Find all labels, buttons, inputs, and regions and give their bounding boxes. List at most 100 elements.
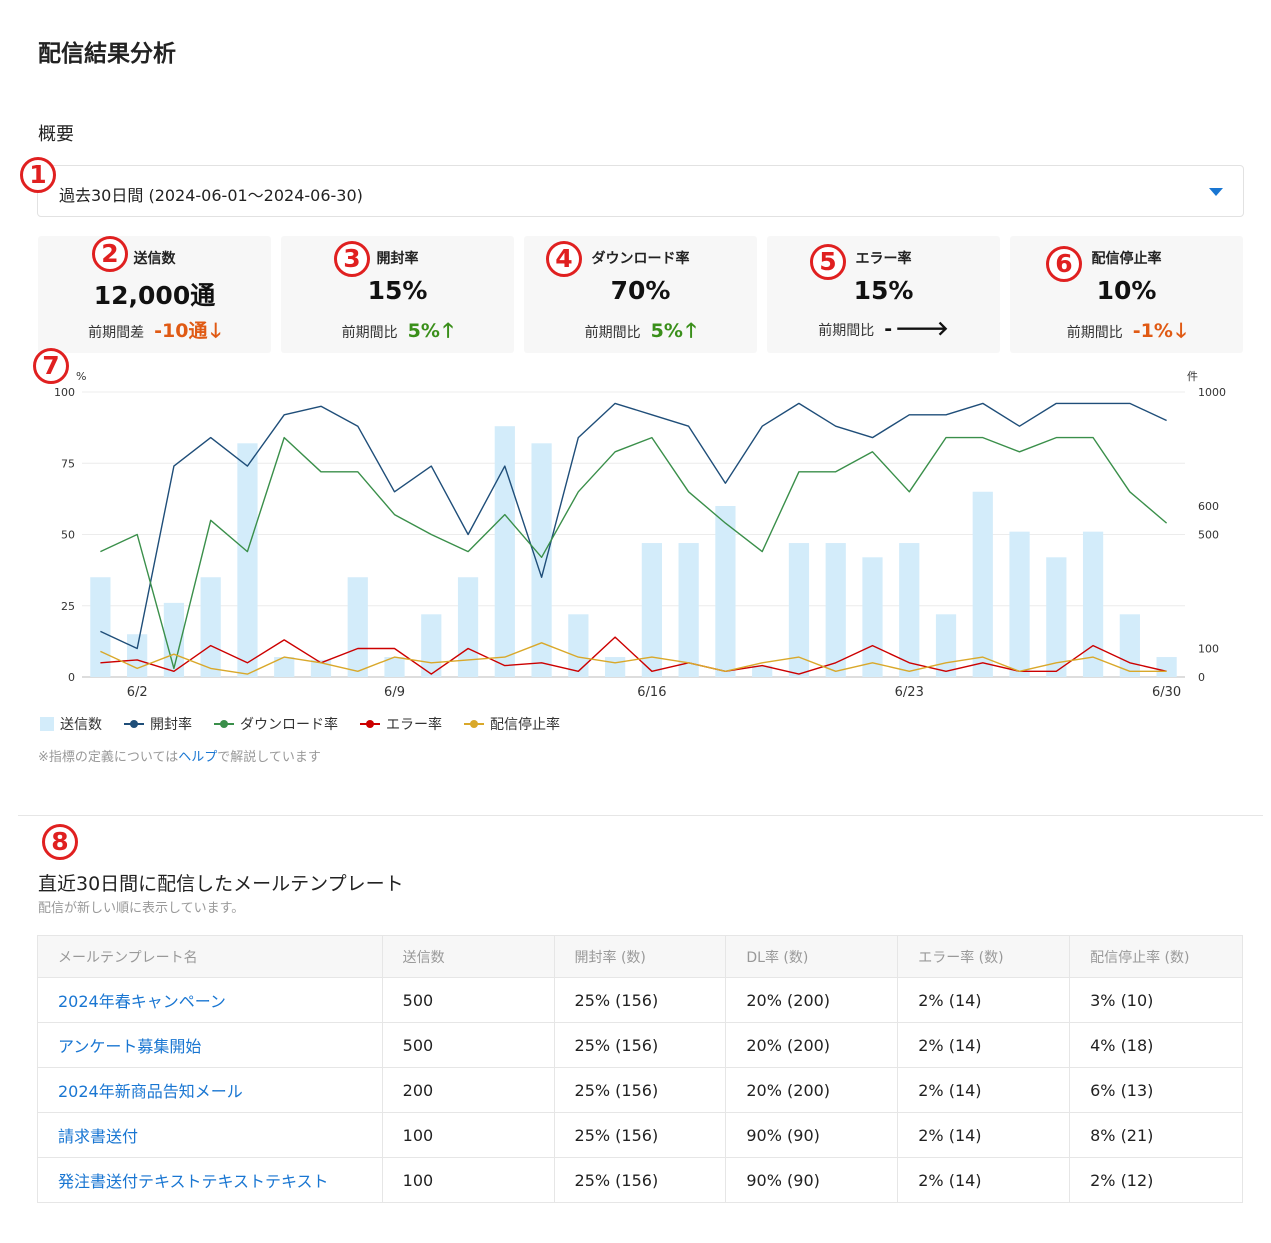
bar-sent <box>1082 531 1104 677</box>
table-cell: 2% (14) <box>897 1067 1071 1113</box>
template-name-link[interactable]: 2024年新商品告知メール <box>37 1067 383 1113</box>
table-cell: 2% (14) <box>897 1022 1071 1068</box>
table-cell: 90% (90) <box>725 1157 899 1203</box>
table-cell: 2% (14) <box>897 1157 1071 1203</box>
bar-sent <box>531 443 552 677</box>
table-row: アンケート募集開始 500 25% (156) 20% (200) 2% (14… <box>37 1022 1243 1068</box>
kpi-delta: -10通 <box>154 320 208 342</box>
bar-sent <box>1009 531 1030 677</box>
legend-item-unsubscribe-rate[interactable]: 配信停止率 <box>464 714 560 734</box>
table-cell: 20% (200) <box>725 1067 899 1113</box>
column-header-open-rate: 開封率 (数) <box>553 935 727 978</box>
bar-sent <box>494 426 515 677</box>
kpi-delta: -1% <box>1132 320 1173 342</box>
delivery-chart: 0 25 50 75 100 0 100 500 600 1000% 件 6/2 6/9 6/16 6/23… <box>30 360 1250 700</box>
period-select[interactable]: 過去30日間 (2024-06-01〜2024-06-30) <box>37 165 1244 217</box>
legend-item-download-rate[interactable]: ダウンロード率 <box>214 714 338 734</box>
template-name-link[interactable]: 発注書送付テキストテキストテキスト <box>37 1157 383 1203</box>
arrow-up-icon: 🡑 <box>442 318 454 342</box>
y-right-tick-label: 0 <box>1198 671 1205 684</box>
y-right-axis-unit: 件 <box>1187 370 1198 383</box>
legend-label: 送信数 <box>60 717 102 733</box>
x-tick-label: 6/30 <box>1152 685 1181 700</box>
y-left-tick-label: 75 <box>61 457 75 470</box>
kpi-title: 送信数 <box>133 251 176 267</box>
legend-item-open-rate[interactable]: 開封率 <box>124 714 192 734</box>
table-header-row: メールテンプレート名 送信数 開封率 (数) DL率 (数) エラー率 (数) … <box>37 935 1243 978</box>
line-unsubscribe-rate <box>100 642 1167 675</box>
template-name-link[interactable]: 2024年春キャンペーン <box>37 977 383 1023</box>
annotation-marker-1: 1 <box>20 157 56 193</box>
table-cell: 2% (14) <box>897 1112 1071 1158</box>
bar-sent <box>862 557 883 677</box>
table-row: 2024年春キャンペーン 500 25% (156) 20% (200) 2% … <box>37 977 1243 1023</box>
arrow-down-icon: 🡓 <box>1175 318 1187 342</box>
table-cell: 25% (156) <box>553 1022 727 1068</box>
table-row: 請求書送付 100 25% (156) 90% (90) 2% (14) 8% … <box>37 1112 1243 1158</box>
annotation-marker-8: 8 <box>42 824 78 860</box>
bar-sent <box>1156 657 1177 677</box>
y-left-tick-label: 0 <box>68 671 75 684</box>
legend-item-error-rate[interactable]: エラー率 <box>360 714 442 734</box>
bar-sent <box>1119 614 1140 677</box>
table-cell: 6% (13) <box>1069 1067 1243 1113</box>
table-row: 発注書送付テキストテキストテキスト 100 25% (156) 90% (90)… <box>37 1157 1243 1203</box>
table-cell: 20% (200) <box>725 977 899 1023</box>
table-cell: 90% (90) <box>725 1112 899 1158</box>
bar-sent <box>935 614 957 677</box>
table-cell: 500 <box>381 977 555 1023</box>
legend-label: 配信停止率 <box>490 717 560 733</box>
bar-sent <box>678 543 699 677</box>
kpi-delta: 5% <box>650 320 683 342</box>
table-cell: 100 <box>381 1112 555 1158</box>
legend-item-sent[interactable]: 送信数 <box>40 714 102 734</box>
kpi-card-sent: 送信数 12,000通 前期間差 -10通 🡓 <box>38 236 271 353</box>
line-open-rate <box>100 402 1167 650</box>
bar-sent <box>237 443 258 677</box>
annotation-marker-4: 4 <box>546 241 582 277</box>
bar-sent <box>200 577 221 677</box>
kpi-card-unsubscribe-rate: 配信停止率 10% 前期間比 -1% 🡓 <box>1010 236 1243 353</box>
arrow-up-icon: 🡑 <box>685 318 697 342</box>
help-note-prefix: ※指標の定義については <box>38 750 179 765</box>
column-header-dl-rate: DL率 (数) <box>725 935 899 978</box>
help-link[interactable]: ヘルプ <box>178 750 217 765</box>
period-select-value: 過去30日間 (2024-06-01〜2024-06-30) <box>59 186 363 205</box>
bar-sent <box>421 614 442 677</box>
template-name-link[interactable]: アンケート募集開始 <box>37 1022 383 1068</box>
template-name-link[interactable]: 請求書送付 <box>37 1112 383 1158</box>
kpi-value: 15% <box>853 276 914 305</box>
help-note: ※指標の定義についてはヘルプで解説しています <box>38 746 321 765</box>
bar-sent <box>347 577 368 677</box>
bar-sent <box>715 506 736 677</box>
kpi-compare: 前期間比 5% 🡑 <box>281 316 514 350</box>
section-label-overview: 概要 <box>38 124 74 145</box>
table-cell: 25% (156) <box>553 1067 727 1113</box>
annotation-marker-5: 5 <box>810 244 846 280</box>
templates-table: メールテンプレート名 送信数 開封率 (数) DL率 (数) エラー率 (数) … <box>37 935 1243 1203</box>
y-right-tick-label: 100 <box>1198 643 1219 656</box>
kpi-card-open-rate: 開封率 15% 前期間比 5% 🡑 <box>281 236 514 353</box>
kpi-compare: 前期間比 - 🡒 <box>767 316 1000 340</box>
kpi-compare-label: 前期間比 <box>584 325 641 341</box>
kpi-title: 配信停止率 <box>1091 251 1162 267</box>
y-left-tick-label: 100 <box>54 386 75 399</box>
bar-sent <box>457 577 479 677</box>
table-cell: 20% (200) <box>725 1022 899 1068</box>
kpi-value: 15% <box>367 276 428 305</box>
x-tick-label: 6/2 <box>127 685 148 700</box>
legend-label: エラー率 <box>386 717 442 733</box>
bar-sent <box>1046 557 1067 677</box>
annotation-marker-2: 2 <box>92 236 128 272</box>
legend-swatch-line <box>124 720 144 728</box>
kpi-delta: - <box>884 318 893 340</box>
legend-swatch-bar <box>40 717 54 731</box>
table-cell: 500 <box>381 1022 555 1068</box>
page-title: 配信結果分析 <box>38 41 176 67</box>
column-header-sent: 送信数 <box>381 935 555 978</box>
y-right-tick-label: 600 <box>1198 500 1219 513</box>
templates-subtitle: 配信が新しい順に表示しています。 <box>38 901 245 916</box>
chevron-down-icon[interactable] <box>1209 188 1223 196</box>
arrow-down-icon: 🡓 <box>210 318 221 342</box>
help-note-suffix: で解説しています <box>217 750 321 765</box>
